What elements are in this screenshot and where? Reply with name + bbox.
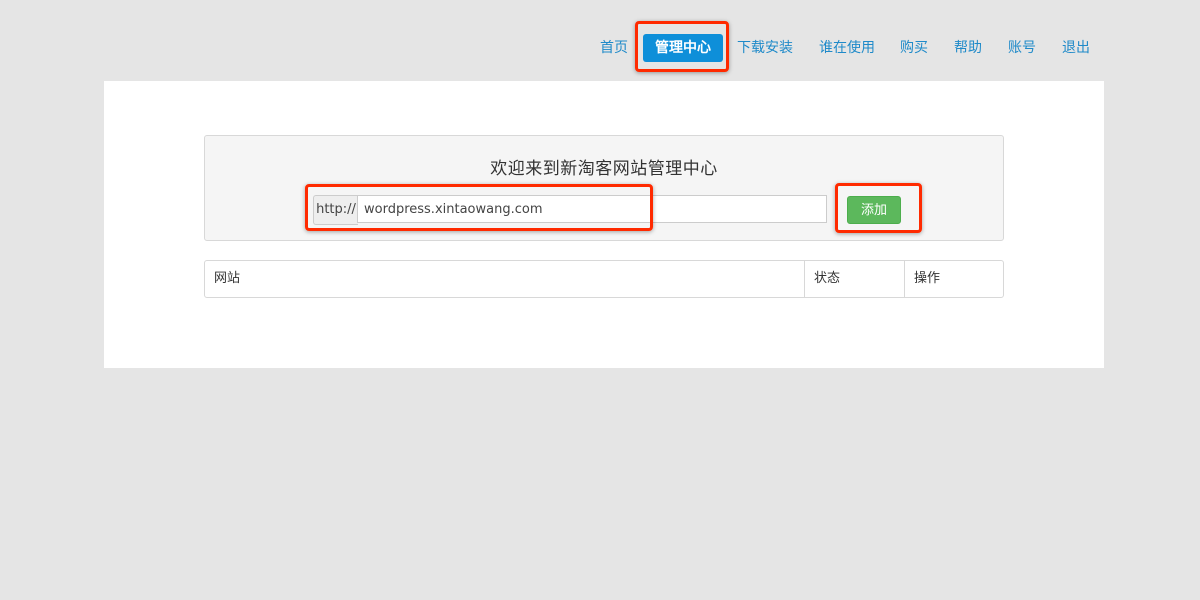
- site-url-input[interactable]: [357, 195, 827, 223]
- nav-item-account[interactable]: 账号: [1008, 34, 1036, 62]
- site-table: 网站 状态 操作: [204, 260, 1004, 298]
- nav-item-help[interactable]: 帮助: [954, 34, 982, 62]
- add-site-box: 欢迎来到新淘客网站管理中心 http:// 添加: [204, 135, 1004, 241]
- top-nav: 首页 管理中心 下载安装 谁在使用 购买 帮助 账号 退出: [0, 34, 1200, 62]
- add-site-button[interactable]: 添加: [847, 196, 901, 224]
- nav-item-home[interactable]: 首页: [600, 34, 628, 62]
- welcome-title: 欢迎来到新淘客网站管理中心: [490, 159, 718, 179]
- main-panel: 欢迎来到新淘客网站管理中心 http:// 添加 网站 状态 操作: [104, 81, 1104, 368]
- table-header-site: 网站: [214, 271, 241, 286]
- url-prefix: http://: [313, 195, 358, 225]
- nav-item-download[interactable]: 下载安装: [737, 34, 793, 62]
- nav-item-buy[interactable]: 购买: [900, 34, 928, 62]
- nav-item-logout[interactable]: 退出: [1062, 34, 1090, 62]
- table-header-status: 状态: [804, 261, 904, 297]
- table-header-action: 操作: [904, 261, 1003, 297]
- nav-item-who-uses[interactable]: 谁在使用: [819, 34, 875, 62]
- nav-item-admin-center[interactable]: 管理中心: [643, 34, 723, 62]
